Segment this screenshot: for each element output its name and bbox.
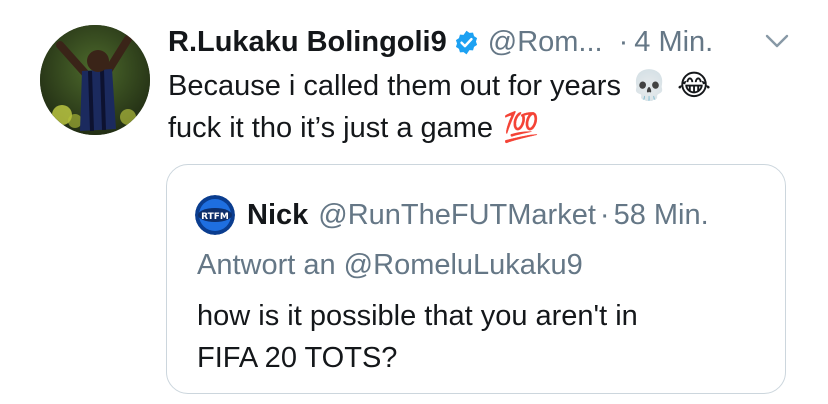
tweet-line: Because i called them out for years 💀 😂 bbox=[168, 65, 788, 107]
tweet-body: Because i called them out for years 💀 😂 … bbox=[168, 65, 788, 149]
skull-emoji-icon: 💀 bbox=[630, 70, 668, 102]
tweet-text-line-2: fuck it tho it’s just a game bbox=[168, 112, 494, 144]
header-separator: · bbox=[618, 25, 629, 58]
quoted-text-line-1: how is it possible that you aren't in bbox=[197, 300, 638, 332]
profile-photo-icon bbox=[40, 25, 150, 135]
laughing-tears-emoji-icon: 😂 bbox=[677, 70, 711, 102]
author-display-name[interactable]: R.Lukaku Bolingoli9 bbox=[168, 26, 447, 59]
tweet-header: R.Lukaku Bolingoli9 @Rom... · 4 Min. bbox=[168, 22, 713, 62]
quoted-tweet-header: RTFM Nick @RunTheFUTMarket · 58 Min. bbox=[195, 195, 709, 235]
rtfm-logo-icon[interactable]: RTFM bbox=[195, 195, 235, 235]
tweet-text-line-1: Because i called them out for years bbox=[168, 70, 621, 102]
tweet-timestamp[interactable]: 4 Min. bbox=[634, 26, 713, 59]
chevron-down-icon[interactable] bbox=[764, 32, 790, 50]
author-avatar[interactable] bbox=[40, 25, 150, 135]
author-handle[interactable]: @Rom... bbox=[488, 26, 603, 59]
tweet-line: fuck it tho it’s just a game 💯 bbox=[168, 107, 788, 149]
quoted-tweet-timestamp[interactable]: 58 Min. bbox=[614, 199, 709, 232]
quoted-author-display-name[interactable]: Nick bbox=[247, 199, 308, 232]
quoted-tweet-body: how is it possible that you aren't in FI… bbox=[197, 295, 757, 379]
quoted-header-separator: · bbox=[599, 198, 610, 231]
hundred-points-emoji-icon: 💯 bbox=[503, 112, 540, 144]
reply-to-label[interactable]: Antwort an @RomeluLukaku9 bbox=[197, 249, 583, 282]
quoted-author-handle[interactable]: @RunTheFUTMarket bbox=[318, 199, 596, 232]
quoted-tweet[interactable]: RTFM Nick @RunTheFUTMarket · 58 Min. Ant… bbox=[166, 164, 786, 394]
svg-text:RTFM: RTFM bbox=[201, 212, 229, 222]
quoted-text-line-2: FIFA 20 TOTS? bbox=[197, 342, 398, 374]
tweet[interactable]: R.Lukaku Bolingoli9 @Rom... · 4 Min. Bec… bbox=[0, 0, 828, 404]
verified-badge-icon bbox=[453, 29, 480, 56]
